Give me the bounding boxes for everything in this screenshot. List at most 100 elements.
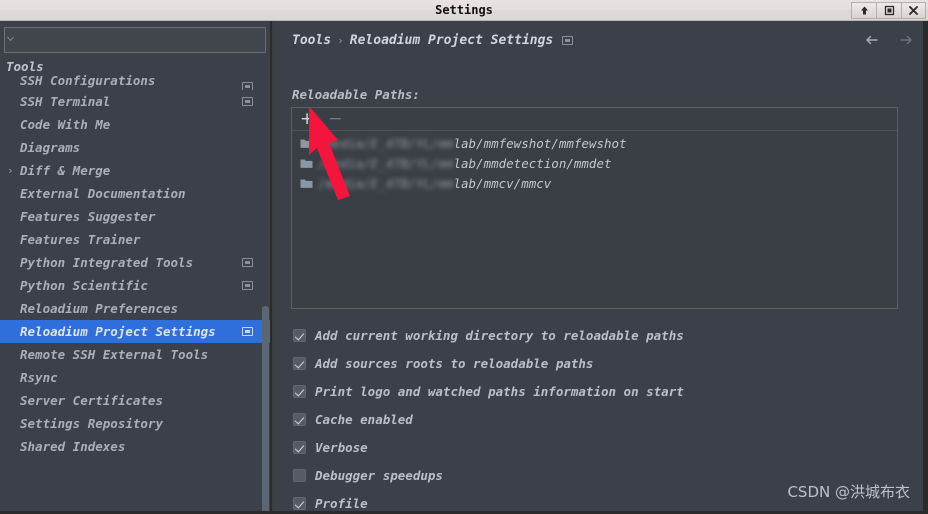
folder-icon (300, 139, 313, 148)
window-controls (851, 1, 926, 20)
sidebar-item-label: Diff & Merge (20, 163, 111, 178)
navigation-arrows (863, 31, 915, 49)
sidebar-item-settings-repository[interactable]: Settings Repository (0, 412, 270, 435)
sidebar-item-server-certificates[interactable]: Server Certificates (0, 389, 270, 412)
breadcrumb-root[interactable]: Tools (292, 33, 331, 48)
sidebar-item-reloadium-project-settings[interactable]: Reloadium Project Settings (0, 320, 270, 343)
list-item[interactable]: /media/E_4TB/YL/mmlab/mmcv/mmcv (292, 173, 897, 193)
sidebar-item-external-documentation[interactable]: External Documentation (0, 182, 270, 205)
close-icon (909, 6, 918, 15)
tree-group-tools: Tools (6, 59, 44, 74)
option-label: Add sources roots to reloadable paths (315, 355, 594, 371)
maximize-button[interactable] (876, 2, 901, 19)
option-cache-enabled[interactable]: Cache enabled (293, 405, 893, 433)
sidebar-item-label: Remote SSH External Tools (20, 347, 209, 362)
minimize-button[interactable] (851, 2, 876, 19)
sidebar-item-rsync[interactable]: Rsync (0, 366, 270, 389)
checkbox[interactable] (293, 412, 306, 426)
sidebar-item-features-suggester[interactable]: Features Suggester (0, 205, 270, 228)
path-text: /media/E_4TB/YL/mmlab/mmcv/mmcv (318, 176, 551, 191)
sidebar-item-code-with-me[interactable]: Code With Me (0, 113, 270, 136)
sidebar-item-diff-and-merge[interactable]: › Diff & Merge (0, 159, 270, 182)
window-right-edge (923, 21, 928, 514)
reloadable-paths-label: Reloadable Paths: (292, 87, 420, 102)
sidebar-item-label: Reloadium Preferences (20, 301, 179, 316)
option-label: Cache enabled (315, 411, 413, 427)
path-redacted-prefix: /media/E_4TB/YL/mm (318, 175, 454, 191)
add-path-button[interactable]: + (300, 110, 314, 128)
window-titlebar: Settings (0, 0, 928, 21)
option-label: Verbose (315, 439, 368, 455)
breadcrumb-current: Reloadium Project Settings (349, 33, 554, 48)
folder-icon (300, 159, 313, 168)
path-text: /media/E_4TB/YL/mmlab/mmfewshot/mmfewsho… (318, 136, 627, 151)
checkbox[interactable] (293, 328, 306, 342)
checkbox[interactable] (293, 384, 306, 398)
sidebar-item-reloadium-preferences[interactable]: Reloadium Preferences (0, 297, 270, 320)
project-scope-icon (242, 82, 253, 90)
sidebar-scrollbar[interactable] (262, 306, 269, 514)
option-add-cwd[interactable]: Add current working directory to reloada… (293, 321, 893, 349)
sidebar-item-label: Features Suggester (20, 209, 156, 224)
path-rows: /media/E_4TB/YL/mmlab/mmfewshot/mmfewsho… (292, 131, 897, 193)
sidebar-item-label: Rsync (20, 370, 58, 385)
sidebar-item-label: Shared Indexes (20, 439, 126, 454)
sidebar-item-label: External Documentation (20, 186, 186, 201)
sidebar-item-diagrams[interactable]: Diagrams (0, 136, 270, 159)
option-print-logo[interactable]: Print logo and watched paths information… (293, 377, 893, 405)
window-title: Settings (435, 3, 493, 17)
path-visible-suffix: lab/mmfewshot/mmfewshot (453, 135, 627, 151)
watermark: CSDN @洪城布衣 (787, 483, 910, 501)
project-scope-icon (242, 258, 253, 267)
sidebar-item-python-scientific[interactable]: Python Scientific (0, 274, 270, 297)
sidebar-item-shared-indexes[interactable]: Shared Indexes (0, 435, 270, 458)
project-scope-icon (242, 327, 253, 336)
option-add-source-roots[interactable]: Add sources roots to reloadable paths (293, 349, 893, 377)
path-visible-suffix: lab/mmcv/mmcv (453, 175, 552, 191)
search-input[interactable] (4, 27, 266, 53)
reloadable-paths-list: + − /media/E_4TB/YL/mmlab/mmfewshot/mmfe… (291, 107, 898, 309)
close-button[interactable] (901, 2, 926, 19)
option-label: Add current working directory to reloada… (315, 327, 684, 343)
panel-divider[interactable] (270, 21, 272, 514)
project-scope-icon (242, 97, 253, 106)
list-item[interactable]: /media/E_4TB/YL/mmlab/mmfewshot/mmfewsho… (292, 133, 897, 153)
back-arrow-icon[interactable] (863, 31, 881, 49)
sidebar-item-label: SSH Terminal (20, 94, 111, 109)
checkbox[interactable] (293, 440, 306, 454)
sidebar-item-python-integrated-tools[interactable]: Python Integrated Tools (0, 251, 270, 274)
project-scope-icon (242, 281, 253, 290)
sidebar-item-label: Reloadium Project Settings (20, 324, 216, 339)
sidebar-item-features-trainer[interactable]: Features Trainer (0, 228, 270, 251)
path-redacted-prefix: /media/E_4TB/YL/mm (318, 135, 454, 151)
sidebar-item-label: Diagrams (20, 140, 81, 155)
search-icon (7, 36, 15, 42)
sidebar-item-remote-ssh-external-tools[interactable]: Remote SSH External Tools (0, 343, 270, 366)
breadcrumb: Tools › Reloadium Project Settings (292, 33, 574, 48)
path-redacted-prefix: /media/E_4TB/YL/mm (318, 155, 454, 171)
project-scope-icon (562, 36, 574, 45)
forward-arrow-icon[interactable] (897, 31, 915, 49)
sidebar-item-ssh-terminal[interactable]: SSH Terminal (0, 90, 270, 113)
option-label: Profile (315, 495, 368, 511)
remove-path-button[interactable]: − (328, 110, 342, 128)
sidebar-item-label: Python Scientific (20, 278, 148, 293)
breadcrumb-separator-icon: › (337, 34, 344, 47)
sidebar-item-label: SSH Configurations (20, 75, 156, 88)
path-visible-suffix: lab/mmdetection/mmdet (453, 155, 612, 171)
option-verbose[interactable]: Verbose (293, 433, 893, 461)
sidebar-item-ssh-configurations[interactable]: SSH Configurations (0, 75, 270, 90)
maximize-icon (884, 5, 894, 16)
chevron-right-icon[interactable]: › (7, 159, 14, 182)
option-label: Print logo and watched paths information… (315, 383, 684, 399)
sidebar-item-label: Server Certificates (20, 393, 163, 408)
sidebar-item-label: Python Integrated Tools (20, 255, 194, 270)
checkbox[interactable] (293, 356, 306, 370)
up-arrow-icon (860, 6, 868, 15)
list-item[interactable]: /media/E_4TB/YL/mmlab/mmdetection/mmdet (292, 153, 897, 173)
checkbox[interactable] (293, 496, 306, 510)
sidebar-item-label: Settings Repository (20, 416, 163, 431)
path-text: /media/E_4TB/YL/mmlab/mmdetection/mmdet (318, 156, 612, 171)
checkbox[interactable] (293, 468, 306, 482)
settings-sidebar: Tools SSH Configurations SSH Terminal Co… (0, 21, 272, 514)
